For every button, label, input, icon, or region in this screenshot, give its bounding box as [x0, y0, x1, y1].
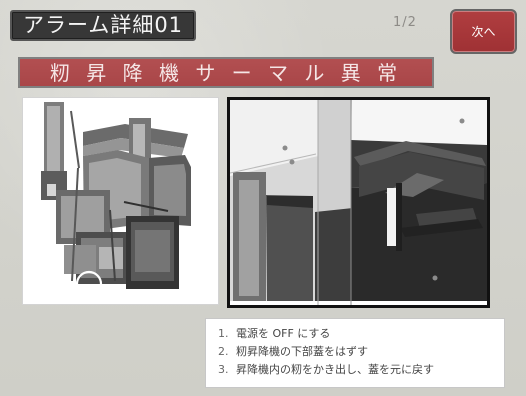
next-button-label: 次へ [471, 25, 496, 39]
alarm-banner: 籾 昇 降 機 サ ー マ ル 異 常 [18, 57, 434, 88]
instruction-text: 昇降機内の籾をかき出し、蓋を元に戻す [236, 363, 434, 376]
machine-overview-image [22, 97, 219, 305]
instruction-box: 1. 電源を OFF にする 2. 籾昇降機の下部蓋をはずす 3. 昇降機内の籾… [205, 318, 505, 388]
next-button[interactable]: 次へ [450, 9, 517, 54]
instruction-number: 1. [218, 327, 229, 340]
instruction-step-1: 1. 電源を OFF にする [218, 325, 494, 343]
machine-overview-icon [23, 98, 218, 304]
instruction-number: 3. [218, 363, 229, 376]
page-indicator: 1/2 [393, 15, 417, 30]
alarm-detail-screen: アラーム詳細01 1/2 次へ 籾 昇 降 機 サ ー マ ル 異 常 1. 電… [0, 0, 526, 396]
instruction-number: 2. [218, 345, 229, 358]
elevator-detail-image [227, 97, 490, 308]
page-title: アラーム詳細01 [10, 10, 196, 41]
instruction-step-3: 3. 昇降機内の籾をかき出し、蓋を元に戻す [218, 361, 494, 379]
instruction-text: 電源を OFF にする [236, 327, 331, 340]
elevator-detail-icon [230, 100, 487, 305]
instruction-list: 1. 電源を OFF にする 2. 籾昇降機の下部蓋をはずす 3. 昇降機内の籾… [218, 325, 494, 379]
page-title-text: アラーム詳細01 [22, 13, 184, 37]
instruction-step-2: 2. 籾昇降機の下部蓋をはずす [218, 343, 494, 361]
instruction-text: 籾昇降機の下部蓋をはずす [236, 345, 368, 358]
alarm-name: 籾 昇 降 機 サ ー マ ル 異 常 [49, 60, 403, 85]
